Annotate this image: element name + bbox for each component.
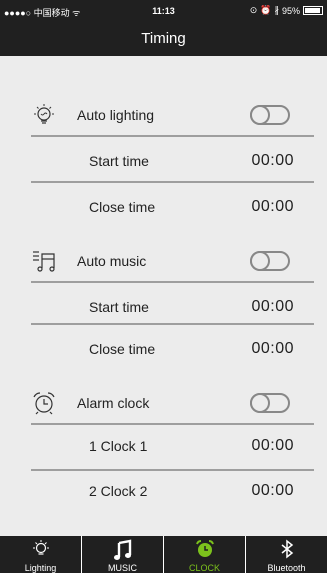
alarm-clock-row: Alarm clock bbox=[31, 381, 314, 425]
bluetooth-status-icon: ∦ bbox=[274, 5, 279, 15]
auto-music-close-row[interactable]: Close time 00:00 bbox=[31, 327, 314, 371]
alarm-clock-toggle[interactable] bbox=[250, 393, 290, 413]
bulb-icon bbox=[32, 540, 49, 555]
auto-lighting-start-row[interactable]: Start time 00:00 bbox=[31, 139, 314, 183]
bulb-icon bbox=[34, 104, 54, 124]
close-time-label: Close time bbox=[89, 199, 156, 215]
tab-bluetooth[interactable]: Bluetooth bbox=[245, 536, 327, 573]
status-bar: ●●●●○ 中国移动 ᯤ 11:13 ⊙ ⏰ ∦ 95% bbox=[0, 0, 327, 22]
close-time-value[interactable]: 00:00 bbox=[251, 198, 294, 216]
location-icon: ⊙ bbox=[249, 5, 258, 15]
clock-1-value[interactable]: 00:00 bbox=[251, 437, 294, 455]
tab-label: MUSIC bbox=[108, 563, 137, 573]
divider bbox=[31, 281, 314, 283]
tab-music[interactable]: MUSIC bbox=[81, 536, 163, 573]
tab-bar: Lighting MUSIC CLOCK Bluetooth bbox=[0, 536, 327, 573]
auto-lighting-toggle[interactable] bbox=[250, 105, 290, 125]
alarm-clock-icon bbox=[195, 540, 214, 557]
clock-1-row[interactable]: 1 Clock 1 00:00 bbox=[31, 424, 314, 468]
close-time-value[interactable]: 00:00 bbox=[251, 340, 294, 358]
header-bar: Timing bbox=[0, 22, 327, 56]
battery-percent: 95% bbox=[281, 5, 300, 16]
start-time-label: Start time bbox=[89, 299, 149, 315]
status-right: ⊙ ⏰ ∦ 95% bbox=[250, 5, 323, 16]
section-title-alarm-clock: Alarm clock bbox=[77, 395, 150, 411]
page-title: Timing bbox=[141, 30, 186, 47]
alarm-status-icon: ⏰ bbox=[260, 5, 272, 15]
clock-2-row[interactable]: 2 Clock 2 00:00 bbox=[31, 469, 314, 513]
alarm-clock-icon bbox=[33, 392, 55, 415]
divider bbox=[31, 323, 314, 325]
music-note-icon bbox=[113, 539, 131, 560]
clock-2-label: 2 Clock 2 bbox=[89, 483, 148, 499]
battery-icon bbox=[303, 6, 323, 15]
auto-music-toggle[interactable] bbox=[250, 251, 290, 271]
divider bbox=[31, 181, 314, 183]
bluetooth-icon bbox=[281, 539, 293, 559]
auto-lighting-row: Auto lighting bbox=[31, 93, 314, 137]
tab-label: Bluetooth bbox=[267, 563, 306, 573]
auto-music-row: Auto music bbox=[31, 239, 314, 283]
clock-2-value[interactable]: 00:00 bbox=[251, 482, 294, 500]
section-title-auto-lighting: Auto lighting bbox=[77, 107, 155, 123]
section-title-auto-music: Auto music bbox=[77, 253, 147, 269]
start-time-value[interactable]: 00:00 bbox=[251, 152, 294, 170]
close-time-label: Close time bbox=[89, 341, 156, 357]
tab-clock[interactable]: CLOCK bbox=[163, 536, 245, 573]
auto-lighting-close-row[interactable]: Close time 00:00 bbox=[31, 185, 314, 229]
divider bbox=[31, 135, 314, 137]
start-time-label: Start time bbox=[89, 153, 149, 169]
tab-lighting[interactable]: Lighting bbox=[0, 536, 81, 573]
playlist-music-icon bbox=[33, 251, 55, 272]
tab-label: Lighting bbox=[24, 563, 57, 573]
tab-label: CLOCK bbox=[188, 563, 220, 573]
clock-1-label: 1 Clock 1 bbox=[89, 438, 148, 454]
start-time-value[interactable]: 00:00 bbox=[251, 298, 294, 316]
